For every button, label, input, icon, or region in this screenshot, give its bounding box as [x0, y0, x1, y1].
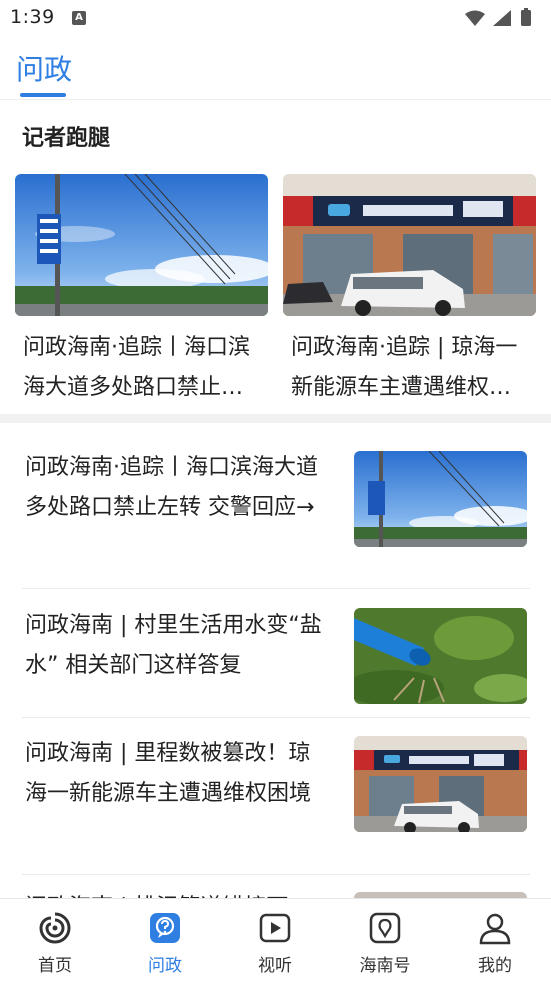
nav-wenzheng[interactable]: 问政	[110, 899, 220, 981]
card-title: 问政海南·追踪 | 琼海一新能源车主遭遇维权困境	[291, 335, 518, 400]
divider	[22, 588, 530, 589]
nav-hainanhao[interactable]: 海南号	[330, 899, 440, 981]
home-swirl-icon	[39, 912, 71, 944]
screen: 1:39 A 问政 记者跑腿 问政海南·追踪丨海口滨海大道多处路口禁止左 问政海…	[0, 0, 551, 981]
play-icon	[259, 913, 291, 943]
featured-card[interactable]: 问政海南·追踪 | 琼海一新能源车主遭遇维权困境	[283, 174, 536, 408]
hainan-account-icon	[369, 912, 401, 944]
nav-mine[interactable]: 我的	[440, 899, 550, 981]
bottom-nav: 首页 问政 视听 海南号 我的	[0, 898, 551, 981]
news-list-item[interactable]: 问政海南 | 里程数被篡改！琼海一新能源车主遭遇维权困境	[0, 734, 551, 874]
nav-label: 海南号	[359, 956, 411, 976]
nav-home[interactable]: 首页	[0, 899, 110, 981]
car-dealer-storefront-photo	[354, 736, 527, 832]
news-title: 问政海南 | 里程数被篡改！琼海一新能源车主遭遇维权困境	[25, 741, 312, 806]
question-bubble-icon	[150, 913, 180, 943]
tab-wenzheng[interactable]: 问政	[16, 48, 72, 88]
person-icon	[479, 913, 511, 945]
divider	[22, 717, 530, 718]
status-bar: 1:39 A	[0, 0, 551, 36]
divider	[22, 874, 530, 875]
card-title: 问政海南·追踪丨海口滨海大道多处路口禁止左转 交警回应→	[23, 335, 250, 400]
featured-card[interactable]: 问政海南·追踪丨海口滨海大道多处路口禁止左转 交警回应→	[15, 174, 268, 408]
news-title: 问政海南 | 村里生活用水变“盐水” 相关部门这样答复	[25, 613, 322, 678]
blue-water-pipe-photo	[354, 608, 527, 704]
status-time: 1:39	[10, 6, 55, 28]
section-separator	[0, 414, 551, 423]
wifi-icon	[465, 10, 485, 26]
road-sign-sky-photo	[15, 174, 268, 316]
a-icon: A	[72, 11, 86, 25]
news-list-item[interactable]: 问政海南 | 村里生活用水变“盐水” 相关部门这样答复	[0, 606, 551, 716]
status-icons	[465, 8, 531, 26]
road-sign-sky-photo	[354, 451, 527, 547]
nav-label: 视听	[258, 956, 292, 976]
news-list-item[interactable]: 问政海南·追踪丨海口滨海大道多处路口禁止左转 交警回应→	[0, 448, 551, 588]
section-title: 记者跑腿	[22, 126, 111, 151]
nav-label: 首页	[38, 956, 72, 976]
battery-icon	[521, 10, 531, 26]
news-title: 问政海南·追踪丨海口滨海大道多处路口禁止左转 交警回应→	[25, 455, 318, 520]
tab-indicator	[20, 93, 66, 97]
nav-label: 问政	[148, 956, 182, 976]
nav-shiting[interactable]: 视听	[220, 899, 330, 981]
top-tab-bar: 问政	[0, 36, 551, 100]
car-dealer-storefront-photo	[283, 174, 536, 316]
signal-icon	[493, 10, 511, 26]
nav-label: 我的	[478, 956, 512, 976]
